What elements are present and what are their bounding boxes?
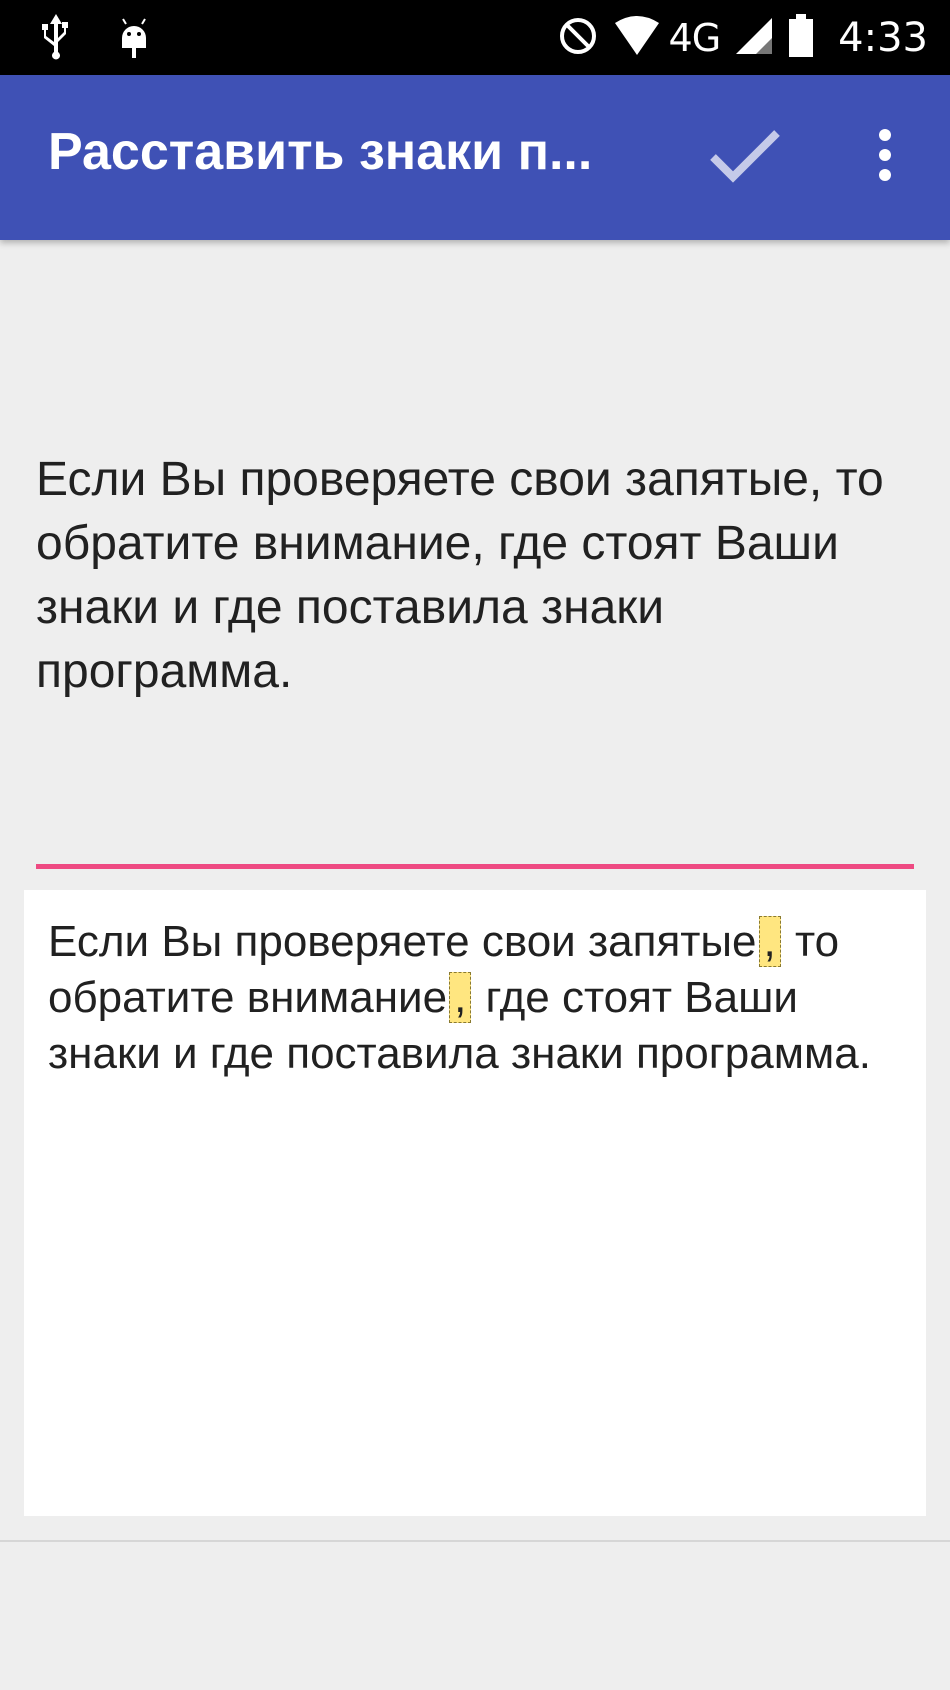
- battery-icon: [788, 14, 814, 62]
- result-text: Если Вы проверяете свои запятые, то обра…: [48, 914, 898, 1082]
- accent-divider: [36, 864, 914, 869]
- result-panel: Если Вы проверяете свои запятые, то обра…: [24, 890, 926, 1516]
- status-left-icons: [36, 14, 154, 62]
- overflow-menu-button[interactable]: [860, 117, 910, 197]
- android-debug-icon: [114, 12, 154, 64]
- do-not-disturb-icon: [557, 15, 599, 61]
- check-icon: [707, 125, 783, 189]
- usb-icon: [36, 12, 76, 64]
- clock: 4:33: [838, 15, 928, 61]
- wifi-icon: [613, 15, 661, 61]
- result-text-part: Если Вы проверяете свои запятые: [48, 917, 757, 966]
- network-type-label: 4G: [668, 16, 722, 60]
- screen-title: Расставить знаки п...: [48, 123, 593, 181]
- inserted-comma[interactable]: ,: [758, 916, 781, 967]
- status-bar: 4G 4:33: [0, 0, 950, 75]
- signal-icon: [734, 16, 774, 60]
- more-vert-icon: [877, 127, 893, 187]
- inserted-comma[interactable]: ,: [449, 972, 472, 1023]
- status-right-icons: 4G 4:33: [557, 10, 928, 66]
- instruction-text: Если Вы проверяете свои запятые, то обра…: [36, 453, 884, 698]
- confirm-button[interactable]: [700, 117, 790, 197]
- bottom-divider: [0, 1540, 950, 1542]
- app-bar: Расставить знаки п...: [0, 75, 950, 240]
